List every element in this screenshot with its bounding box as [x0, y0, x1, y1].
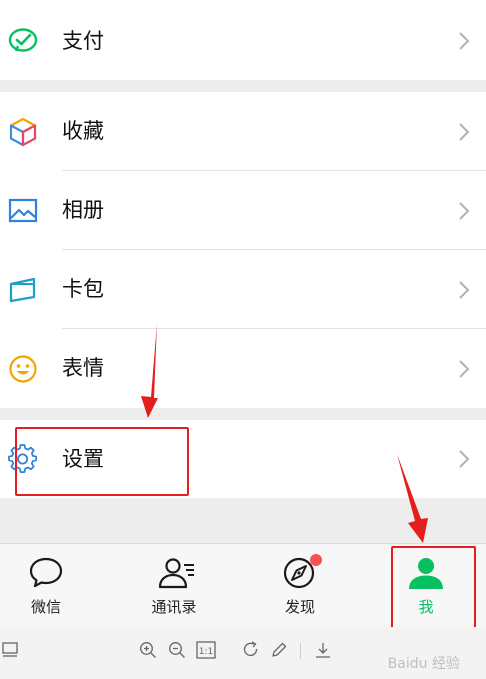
- watermark: Baidu 经验: [387, 656, 460, 672]
- screen-icon[interactable]: [2, 641, 20, 659]
- rotate-icon[interactable]: [242, 641, 260, 659]
- viewer-toolbar: 1:1 Baidu 经验: [0, 627, 486, 679]
- pencil-icon[interactable]: [270, 641, 288, 659]
- toolbar-divider: [300, 643, 301, 659]
- arrow-to-me-tab: [397, 454, 428, 543]
- svg-text:1:1: 1:1: [199, 647, 213, 657]
- zoom-out-icon[interactable]: [168, 641, 186, 659]
- zoom-in-icon[interactable]: [139, 641, 157, 659]
- arrow-to-settings: [141, 323, 158, 418]
- download-icon[interactable]: [314, 641, 332, 659]
- annotation-arrows: [141, 323, 428, 543]
- actual-size-icon[interactable]: 1:1: [196, 641, 216, 659]
